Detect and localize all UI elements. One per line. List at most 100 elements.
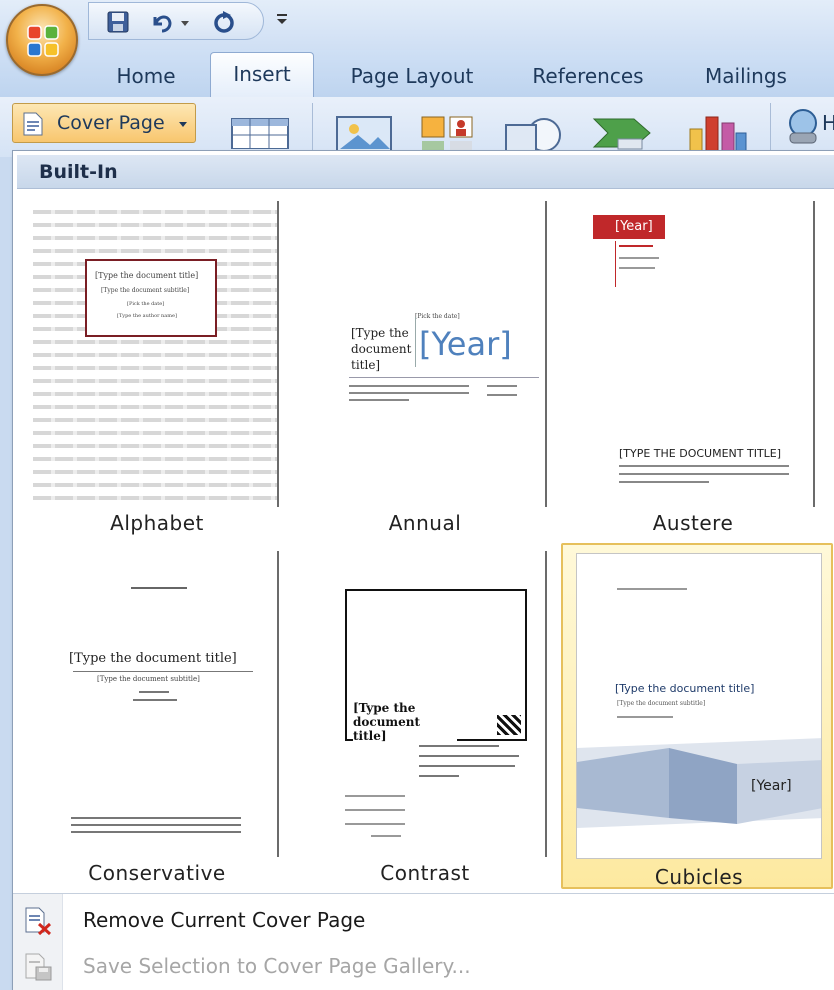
- text-line: [349, 399, 409, 401]
- gallery-item-conservative[interactable]: [Type the document title] [Type the docu…: [21, 541, 293, 887]
- text-line: [617, 588, 687, 590]
- text-line: [139, 691, 169, 693]
- gallery-item-annual[interactable]: [Type the document title] [Pick the date…: [289, 191, 561, 537]
- text-line: [617, 716, 673, 718]
- text-line: [419, 765, 515, 767]
- ribbon-separator: [312, 103, 313, 151]
- remove-cover-page-label: Remove Current Cover Page: [83, 908, 366, 932]
- undo-dropdown-icon[interactable]: [179, 9, 191, 35]
- cover-page-label: Cover Page: [57, 112, 165, 134]
- thumbnail-contrast: [Type the document title]: [301, 551, 547, 857]
- thumb-title: [Type the document title]: [615, 682, 755, 695]
- text-line: [419, 745, 499, 747]
- gallery-menu: Remove Current Cover Page Save Selection…: [13, 893, 834, 990]
- tab-page-layout[interactable]: Page Layout: [338, 60, 486, 92]
- clip-art-icon[interactable]: [418, 105, 478, 151]
- thumb-date: [Pick the date]: [127, 301, 165, 307]
- text-line: [349, 385, 469, 387]
- chart-icon[interactable]: [686, 105, 748, 151]
- thumb-title: [TYPE THE DOCUMENT TITLE]: [619, 447, 782, 460]
- thumb-year: [Year]: [751, 778, 792, 794]
- shapes-icon[interactable]: [502, 105, 566, 153]
- office-button[interactable]: [6, 4, 78, 76]
- gallery-caption: Austere: [652, 511, 734, 535]
- thumbnail-cubicles: [Type the document title] [Type the docu…: [576, 553, 822, 859]
- thumb-year: [Year]: [593, 215, 665, 239]
- thumb-date: [Pick the date]: [415, 313, 460, 320]
- thumbnail-austere: [Year] [TYPE THE DOCUMENT TITLE]: [569, 201, 815, 507]
- text-line: [619, 473, 789, 475]
- thumb-author: [Type the author name]: [117, 313, 177, 319]
- text-line: [619, 245, 653, 247]
- save-selection-label: Save Selection to Cover Page Gallery...: [83, 954, 471, 978]
- text-line: [371, 835, 401, 837]
- text-line: [71, 817, 241, 819]
- tab-references[interactable]: References: [520, 60, 656, 92]
- thumb-year: [Year]: [419, 325, 512, 363]
- pattern-block: [497, 715, 521, 735]
- text-line: [133, 699, 177, 701]
- gallery-item-alphabet[interactable]: [Type the document title] [Type the docu…: [21, 191, 293, 537]
- table-icon[interactable]: [230, 105, 290, 149]
- text-line: [345, 795, 405, 797]
- hyperlink-icon[interactable]: [786, 105, 820, 147]
- thumb-subtitle: [Type the document subtitle]: [97, 675, 200, 683]
- save-selection-item[interactable]: Save Selection to Cover Page Gallery...: [13, 944, 834, 990]
- picture-icon[interactable]: [334, 105, 394, 151]
- gallery-caption: Contrast: [380, 861, 470, 885]
- ribbon-separator: [770, 103, 771, 151]
- gallery-item-austere[interactable]: [Year] [TYPE THE DOCUMENT TITLE] Austere: [557, 191, 829, 537]
- tab-mailings[interactable]: Mailings: [690, 60, 802, 92]
- gallery-caption: Conservative: [88, 861, 226, 885]
- text-line: [71, 831, 241, 833]
- cover-page-icon: [23, 112, 43, 136]
- quick-access-toolbar: [88, 2, 264, 40]
- office-logo-icon: [27, 25, 59, 57]
- title-box: [Type the document title] [Type the docu…: [85, 259, 217, 337]
- smartart-icon[interactable]: [588, 105, 658, 151]
- text-line: [349, 392, 469, 394]
- text-line: [345, 809, 405, 811]
- cover-page-button[interactable]: Cover Page: [12, 103, 196, 143]
- customize-toolbar-icon[interactable]: [272, 8, 292, 30]
- undo-icon[interactable]: [149, 9, 175, 35]
- letter-pattern: [33, 201, 277, 507]
- thumbnail-conservative: [Type the document title] [Type the docu…: [33, 551, 279, 857]
- tab-insert[interactable]: Insert: [210, 52, 314, 100]
- thumb-subtitle: [Type the document subtitle]: [617, 700, 706, 707]
- cover-page-dropdown: Built-In [Type the document title] [Type…: [12, 150, 834, 990]
- gallery-caption: Alphabet: [110, 511, 204, 535]
- ribbon-panel: Cover Page H: [0, 97, 834, 157]
- thumb-subtitle: [Type the document subtitle]: [101, 287, 190, 294]
- text-line: [619, 257, 659, 259]
- divider: [349, 377, 539, 378]
- text-line: [619, 481, 709, 483]
- thumb-title: [Type the document title]: [351, 326, 412, 372]
- gallery-item-cubicles[interactable]: [Type the document title] [Type the docu…: [561, 543, 833, 889]
- text-line: [619, 267, 655, 269]
- ribbon-tabs: Home Insert Page Layout References Maili…: [0, 50, 834, 100]
- gallery-caption: Cubicles: [654, 865, 744, 889]
- text-line: [619, 465, 789, 467]
- thumbnail-alphabet: [Type the document title] [Type the docu…: [33, 201, 279, 507]
- section-title: Built-In: [39, 161, 118, 183]
- chevron-down-icon: [179, 122, 187, 127]
- redo-icon[interactable]: [211, 9, 237, 35]
- hyperlink-label: H: [822, 111, 834, 135]
- gallery-item-contrast[interactable]: [Type the document title] Contrast: [289, 541, 561, 887]
- text-line: [345, 823, 405, 825]
- divider: [415, 317, 416, 367]
- thumb-title: [Type the document title]: [95, 271, 199, 280]
- text-line: [419, 775, 459, 777]
- text-line: [71, 824, 241, 826]
- title-frame: [Type the document title]: [345, 589, 527, 743]
- divider: [73, 671, 253, 672]
- remove-cover-page-item[interactable]: Remove Current Cover Page: [13, 898, 834, 944]
- text-line: [419, 755, 519, 757]
- save-icon[interactable]: [105, 9, 131, 35]
- thumb-title: [Type the document title]: [353, 701, 457, 743]
- tab-home[interactable]: Home: [104, 60, 188, 92]
- gallery-caption: Annual: [388, 511, 462, 535]
- text-line: [131, 587, 187, 589]
- text-line: [487, 394, 517, 396]
